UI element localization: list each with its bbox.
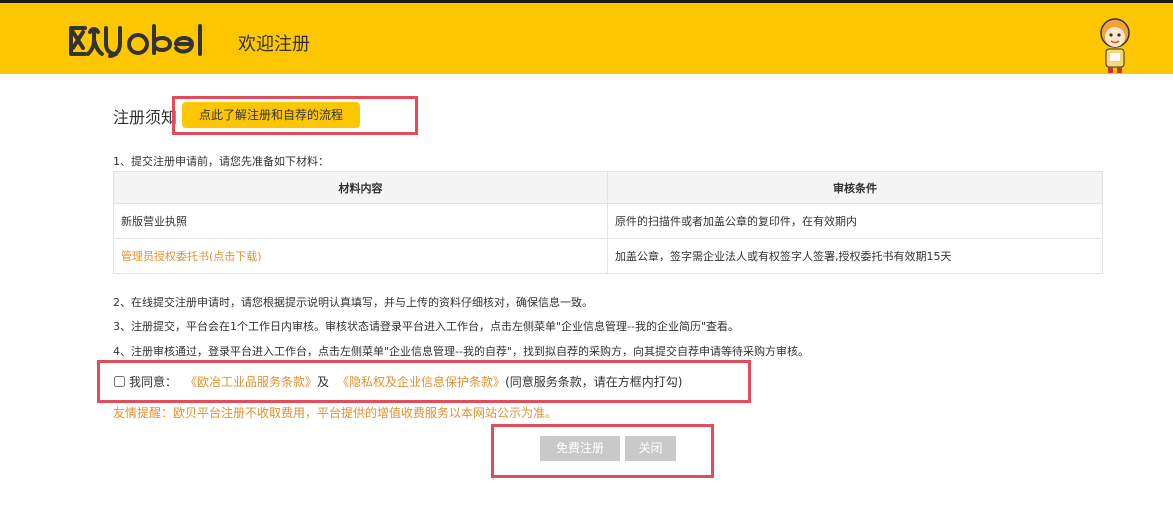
- header-condition: 审核条件: [607, 171, 1103, 204]
- agreement-hint: (同意服务条款，请在方框内打勾): [505, 375, 683, 389]
- step-4-text: 4、注册审核通过，登录平台进入工作台，点击左侧菜单"企业信息管理--我的自荐"，…: [113, 345, 810, 358]
- and-text: 及: [317, 375, 330, 389]
- agree-label: 我同意：: [129, 375, 178, 389]
- step-3-text: 3、注册提交，平台会在1个工作日内审核。审核状态请登录平台进入工作台，点击左侧菜…: [113, 320, 740, 333]
- agreement-row: 我同意： 《欧冶工业品服务条款》 及 《隐私权及企业信息保护条款》 (同意服务条…: [114, 373, 682, 390]
- header-subtitle: 欢迎注册: [238, 34, 310, 55]
- header-bar: 欢迎注册: [0, 3, 1173, 74]
- mascot-icon: [1100, 18, 1130, 73]
- material-condition: 加盖公章，签字需企业法人或有权签字人签署,授权委托书有效期15天: [607, 238, 1103, 274]
- step-2-text: 2、在线提交注册申请时，请您根据提示说明认真填写，并与上传的资料仔细核对，确保信…: [113, 296, 593, 309]
- register-button[interactable]: 免费注册: [540, 436, 620, 461]
- table-row: 新版营业执照 原件的扫描件或者加盖公章的复印件，在有效期内: [113, 203, 1103, 239]
- material-condition: 原件的扫描件或者加盖公章的复印件，在有效期内: [607, 203, 1103, 239]
- table-header-row: 材料内容 审核条件: [113, 171, 1103, 204]
- service-terms-link[interactable]: 《欧冶工业品服务条款》: [185, 373, 317, 390]
- close-button[interactable]: 关闭: [625, 436, 676, 461]
- privacy-terms-link[interactable]: 《隐私权及企业信息保护条款》: [337, 373, 505, 390]
- step-1-text: 1、提交注册申请前，请您先准备如下材料：: [113, 155, 329, 168]
- material-item: 新版营业执照: [113, 203, 608, 239]
- table-row: 管理员授权委托书(点击下载) 加盖公章，签字需企业法人或有权签字人签署,授权委托…: [113, 238, 1103, 274]
- fee-reminder: 友情提醒：欧贝平台注册不收取费用，平台提供的增值收费服务以本网站公示为准。: [113, 406, 558, 420]
- registration-flow-button[interactable]: 点此了解注册和自荐的流程: [182, 102, 360, 128]
- header-material: 材料内容: [113, 171, 608, 204]
- authorization-download-link[interactable]: 管理员授权委托书(点击下载): [121, 250, 262, 263]
- notice-title: 注册须知: [113, 108, 178, 127]
- materials-table: 材料内容 审核条件 新版营业执照 原件的扫描件或者加盖公章的复印件，在有效期内 …: [113, 171, 1103, 274]
- agree-checkbox[interactable]: [114, 376, 125, 387]
- obei-logo[interactable]: [68, 22, 228, 60]
